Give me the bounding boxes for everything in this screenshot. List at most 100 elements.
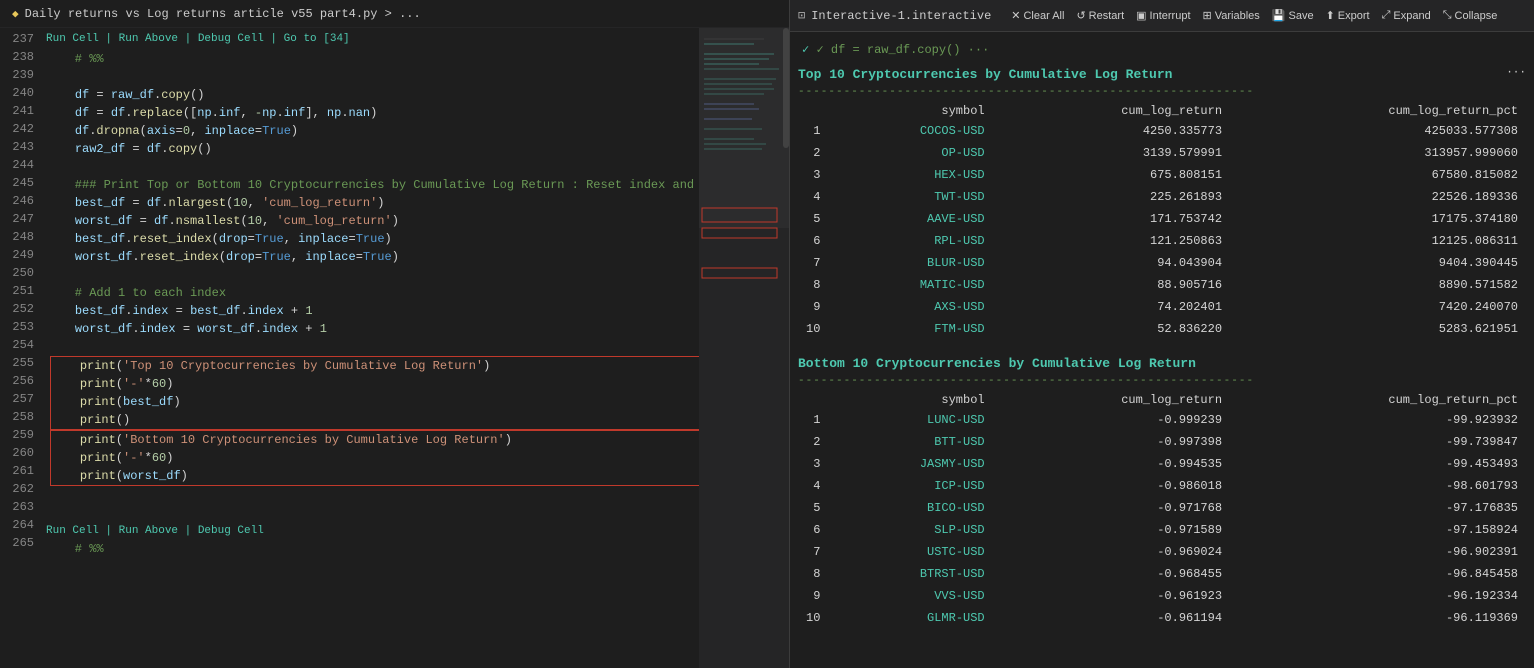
code-lines: Run Cell | Run Above | Debug Cell | Go t… — [42, 28, 699, 668]
line-numbers: 237 238 239 240 241 242 243 244 245 246 … — [0, 28, 42, 668]
row-symbol: JASMY-USD — [828, 453, 992, 475]
row-cum-log-return: -0.994535 — [993, 453, 1230, 475]
interactive-title-label: Interactive-1.interactive — [811, 9, 991, 23]
code-line-264: # %% — [46, 540, 699, 558]
bottom-table-body: 1 LUNC-USD -0.999239 -99.923932 2 BTT-US… — [798, 409, 1526, 629]
cell-toolbar-top[interactable]: Run Cell | Run Above | Debug Cell | Go t… — [46, 30, 699, 48]
table-row: 10 FTM-USD 52.836220 5283.621951 — [798, 318, 1526, 340]
restart-button[interactable]: ↺ Restart — [1076, 9, 1124, 22]
export-button[interactable]: ⬆ Export — [1326, 9, 1370, 22]
row-index: 3 — [798, 453, 828, 475]
code-line-238: # %% — [46, 50, 699, 68]
row-symbol: RPL-USD — [828, 230, 992, 252]
table-row: 9 VVS-USD -0.961923 -96.192334 — [798, 585, 1526, 607]
row-index: 8 — [798, 563, 828, 585]
top-table-section: Top 10 Cryptocurrencies by Cumulative Lo… — [798, 67, 1526, 340]
save-button[interactable]: 💾 Save — [1272, 9, 1314, 22]
row-cum-log-return: -0.971589 — [993, 519, 1230, 541]
collapse-button[interactable]: ⤡ Collapse — [1443, 9, 1498, 22]
table-row: 7 BLUR-USD 94.043904 9404.390445 — [798, 252, 1526, 274]
result-text: ✓ df = raw_df.copy() ··· — [816, 43, 989, 57]
row-cum-log-return: 52.836220 — [993, 318, 1230, 340]
row-cum-log-return: -0.961194 — [993, 607, 1230, 629]
code-line-240: df = raw_df.copy() — [46, 86, 699, 104]
clear-all-button[interactable]: ✕ Clear All — [1011, 9, 1064, 22]
table-row: 4 ICP-USD -0.986018 -98.601793 — [798, 475, 1526, 497]
code-line-254 — [46, 338, 699, 356]
row-symbol: USTC-USD — [828, 541, 992, 563]
row-cum-log-return: 675.808151 — [993, 164, 1230, 186]
code-line-256: print('-'*60) — [51, 375, 699, 393]
code-line-262 — [46, 486, 699, 504]
row-index: 5 — [798, 497, 828, 519]
row-symbol: ICP-USD — [828, 475, 992, 497]
restart-icon: ↺ — [1076, 9, 1085, 22]
code-line-252: best_df.index = best_df.index + 1 — [46, 302, 699, 320]
row-cum-log-return-pct: -98.601793 — [1230, 475, 1526, 497]
row-cum-log-return: -0.968455 — [993, 563, 1230, 585]
code-line-239 — [46, 68, 699, 86]
row-cum-log-return-pct: 12125.086311 — [1230, 230, 1526, 252]
row-cum-log-return-pct: -99.453493 — [1230, 453, 1526, 475]
editor-tab[interactable]: ◆ Daily returns vs Log returns article v… — [0, 0, 789, 28]
row-cum-log-return-pct: -97.158924 — [1230, 519, 1526, 541]
row-index: 9 — [798, 585, 828, 607]
row-cum-log-return-pct: -96.845458 — [1230, 563, 1526, 585]
row-cum-log-return-pct: -96.192334 — [1230, 585, 1526, 607]
row-cum-log-return-pct: 8890.571582 — [1230, 274, 1526, 296]
result-line: ✓ ✓ df = raw_df.copy() ··· — [798, 40, 1526, 59]
code-line-245: ### Print Top or Bottom 10 Cryptocurrenc… — [46, 176, 699, 194]
top-table: symbol cum_log_return cum_log_return_pct… — [798, 102, 1526, 340]
editor-content: 237 238 239 240 241 242 243 244 245 246 … — [0, 28, 789, 668]
code-line-255: print('Top 10 Cryptocurrencies by Cumula… — [51, 357, 699, 375]
row-index: 4 — [798, 475, 828, 497]
expand-icon: ⤢ — [1382, 9, 1391, 22]
code-line-253: worst_df.index = worst_df.index + 1 — [46, 320, 699, 338]
variables-icon: ⊞ — [1203, 9, 1212, 22]
expand-button[interactable]: ⤢ Expand — [1382, 9, 1431, 22]
code-line-259: print('Bottom 10 Cryptocurrencies by Cum… — [51, 431, 699, 449]
row-cum-log-return-pct: 425033.577308 — [1230, 120, 1526, 142]
row-cum-log-return-pct: -96.902391 — [1230, 541, 1526, 563]
table-row: 4 TWT-USD 225.261893 22526.189336 — [798, 186, 1526, 208]
bottom-table-header-row: symbol cum_log_return cum_log_return_pct — [798, 391, 1526, 409]
interrupt-button[interactable]: ▣ Interrupt — [1136, 9, 1190, 22]
collapse-icon: ⤡ — [1443, 9, 1452, 22]
row-symbol: BTRST-USD — [828, 563, 992, 585]
row-cum-log-return-pct: -99.923932 — [1230, 409, 1526, 431]
row-symbol: AAVE-USD — [828, 208, 992, 230]
col-symbol-header-b: symbol — [828, 391, 992, 409]
code-line-261: print(worst_df) — [51, 467, 699, 485]
top-table-header-row: symbol cum_log_return cum_log_return_pct — [798, 102, 1526, 120]
row-cum-log-return-pct: 313957.999060 — [1230, 142, 1526, 164]
interactive-title: ⊡ Interactive-1.interactive — [798, 8, 991, 23]
table-row: 10 GLMR-USD -0.961194 -96.119369 — [798, 607, 1526, 629]
row-cum-log-return-pct: -99.739847 — [1230, 431, 1526, 453]
code-line-258: print() — [51, 411, 699, 429]
cell-toolbar-bottom[interactable]: Run Cell | Run Above | Debug Cell — [46, 522, 699, 540]
more-button[interactable]: ··· — [1506, 67, 1526, 79]
row-index: 2 — [798, 142, 828, 164]
variables-button[interactable]: ⊞ Variables — [1203, 9, 1260, 22]
col-cum-log-return-pct-header-b: cum_log_return_pct — [1230, 391, 1526, 409]
row-cum-log-return: -0.971768 — [993, 497, 1230, 519]
row-cum-log-return: 94.043904 — [993, 252, 1230, 274]
table-row: 5 BICO-USD -0.971768 -97.176835 — [798, 497, 1526, 519]
top-table-body: 1 COCOS-USD 4250.335773 425033.577308 2 … — [798, 120, 1526, 340]
table-row: 7 USTC-USD -0.969024 -96.902391 — [798, 541, 1526, 563]
row-index: 9 — [798, 296, 828, 318]
code-line-243: raw2_df = df.copy() — [46, 140, 699, 158]
code-line-250 — [46, 266, 699, 284]
table-row: 5 AAVE-USD 171.753742 17175.374180 — [798, 208, 1526, 230]
row-symbol: MATIC-USD — [828, 274, 992, 296]
code-line-246: best_df = df.nlargest(10, 'cum_log_retur… — [46, 194, 699, 212]
row-index: 7 — [798, 541, 828, 563]
row-cum-log-return: -0.997398 — [993, 431, 1230, 453]
row-symbol: BICO-USD — [828, 497, 992, 519]
row-cum-log-return: 121.250863 — [993, 230, 1230, 252]
row-index: 5 — [798, 208, 828, 230]
bottom-table-title: Bottom 10 Cryptocurrencies by Cumulative… — [798, 356, 1526, 371]
editor-tab-title: Daily returns vs Log returns article v55… — [25, 7, 421, 21]
row-index: 10 — [798, 318, 828, 340]
highlight-block-2: print('Bottom 10 Cryptocurrencies by Cum… — [50, 430, 699, 486]
